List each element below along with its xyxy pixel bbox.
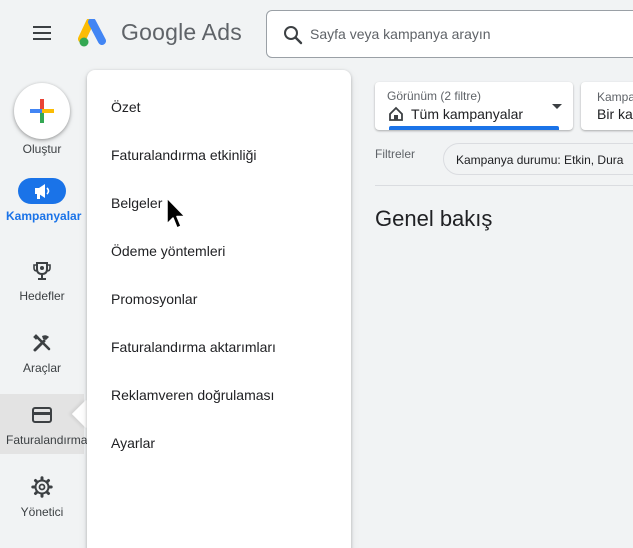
view-selector-value: Tüm kampanyalar: [411, 106, 524, 122]
search-icon: [284, 26, 303, 45]
billing-menu-item-documents[interactable]: Belgeler: [111, 195, 162, 211]
credit-card-icon: [32, 407, 52, 423]
billing-menu-item-summary[interactable]: Özet: [111, 99, 141, 115]
create-button[interactable]: [14, 83, 70, 139]
create-label: Oluştur: [22, 142, 62, 156]
rail-label-billing: Faturalandırma: [6, 433, 88, 447]
filters-label: Filtreler: [375, 147, 416, 161]
rail-label-admin: Yönetici: [20, 505, 64, 519]
brand-name: Google Ads: [121, 19, 242, 45]
mouse-cursor-icon: [166, 197, 186, 229]
view-selector-caption: Görünüm (2 filtre): [387, 89, 482, 103]
megaphone-icon: [35, 184, 50, 199]
view-selector[interactable]: Görünüm (2 filtre) Tüm kampanyalar: [375, 82, 573, 130]
rail-item-goals[interactable]: Hedefler: [0, 258, 84, 303]
rail-label-goals: Hedefler: [19, 289, 65, 303]
campaign-selector[interactable]: Kampa Bir ka: [581, 82, 633, 130]
billing-menu-item-promotions[interactable]: Promosyonlar: [111, 291, 197, 307]
rail-item-tools[interactable]: Araçlar: [0, 330, 84, 375]
divider: [375, 185, 633, 186]
page-title: Genel bakış: [375, 206, 493, 231]
rail-item-billing[interactable]: Faturalandırma: [0, 394, 88, 454]
rail-label-tools: Araçlar: [22, 361, 61, 375]
billing-menu-item-advertiser-verification[interactable]: Reklamveren doğrulaması: [111, 387, 274, 403]
filter-chip-text: Kampanya durumu: Etkin, Dura: [456, 153, 624, 167]
rail-item-campaigns[interactable]: Kampanyalar: [0, 178, 84, 223]
main-menu-button[interactable]: [28, 22, 56, 46]
billing-menu-item-billing-transfers[interactable]: Faturalandırma aktarımları: [111, 339, 276, 355]
top-bar: Google Ads Sayfa veya kampanya arayın: [0, 0, 633, 68]
rail-label-campaigns: Kampanyalar: [6, 209, 82, 223]
navigation-rail: Oluştur Kampanyalar Hedefler Araçlar Fat…: [0, 68, 88, 548]
trophy-icon: [33, 262, 51, 280]
plus-icon: [30, 99, 54, 123]
billing-menu: Özet Faturalandırma etkinliği Belgeler Ö…: [87, 70, 351, 548]
billing-menu-item-payment-methods[interactable]: Ödeme yöntemleri: [111, 243, 225, 259]
gear-icon: [31, 476, 53, 498]
search-input[interactable]: Sayfa veya kampanya arayın: [266, 10, 633, 58]
tools-icon: [33, 334, 51, 352]
billing-menu-item-billing-activity[interactable]: Faturalandırma etkinliği: [111, 147, 257, 163]
home-icon: [389, 106, 403, 121]
hamburger-icon: [33, 26, 51, 28]
rail-item-admin[interactable]: Yönetici: [0, 474, 84, 519]
campaign-selector-value: Bir ka: [597, 106, 633, 122]
selection-indicator: [389, 126, 559, 130]
search-placeholder: Sayfa veya kampanya arayın: [310, 26, 491, 42]
filter-chip-campaign-status[interactable]: Kampanya durumu: Etkin, Dura: [443, 143, 633, 175]
google-ads-logo-icon: [78, 19, 106, 47]
dropdown-arrow-icon: [552, 104, 562, 109]
billing-menu-item-settings[interactable]: Ayarlar: [111, 435, 155, 451]
campaign-selector-caption: Kampa: [597, 90, 633, 104]
